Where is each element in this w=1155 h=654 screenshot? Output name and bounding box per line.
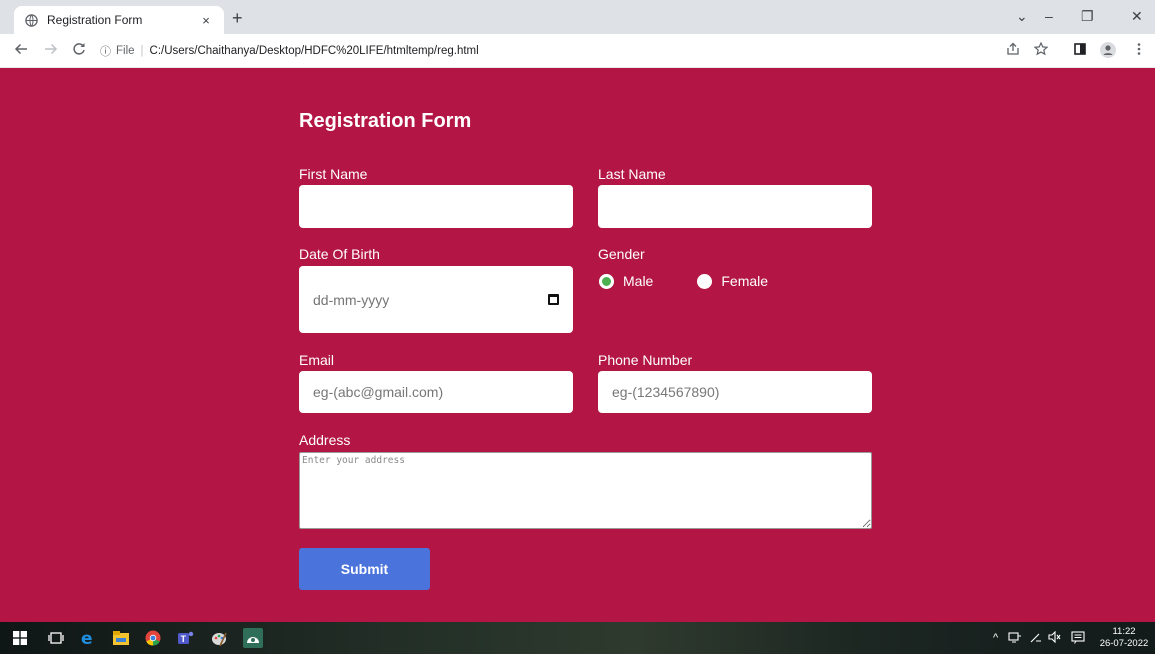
tab-search-icon[interactable]: ⌄ — [1016, 8, 1028, 24]
first-name-label: First Name — [299, 166, 368, 182]
globe-icon — [24, 13, 38, 27]
new-tab-button[interactable]: + — [232, 9, 243, 27]
tab-strip: Registration Form × + ⌄ – ❐ ✕ — [0, 0, 1155, 34]
reload-icon[interactable] — [72, 42, 86, 60]
clock-time: 11:22 — [1112, 626, 1136, 637]
calendar-icon[interactable] — [548, 294, 559, 305]
notification-icon[interactable] — [1071, 631, 1085, 648]
svg-text:e: e — [81, 630, 93, 646]
submit-button[interactable]: Submit — [299, 548, 430, 590]
pen-icon[interactable] — [1030, 631, 1042, 647]
gender-female-label: Female — [721, 273, 769, 289]
last-name-input[interactable] — [598, 185, 872, 228]
tab-close-icon[interactable]: × — [198, 13, 214, 28]
phone-label: Phone Number — [598, 352, 693, 368]
gender-male-label: Male — [623, 273, 654, 289]
system-clock[interactable]: 11:22 26-07-2022 — [1096, 626, 1152, 650]
chrome-icon[interactable] — [145, 630, 161, 646]
browser-toolbar: ⓘ File | C:/Users/Chaithanya/Desktop/HDF… — [0, 34, 1155, 68]
edge-browser-icon[interactable]: e — [80, 630, 96, 646]
file-explorer-icon[interactable] — [113, 630, 129, 646]
svg-text:T: T — [181, 634, 187, 644]
paint-icon[interactable] — [211, 630, 227, 646]
url-scheme: File — [116, 45, 135, 57]
form-title: Registration Form — [299, 110, 472, 132]
url-text: C:/Users/Chaithanya/Desktop/HDFC%20LIFE/… — [149, 45, 479, 57]
browser-tab[interactable]: Registration Form × — [14, 6, 224, 34]
page-body: Registration Form First Name Last Name D… — [0, 68, 1155, 622]
back-arrow-icon[interactable] — [14, 42, 28, 60]
windows-taskbar: e T ^ 11:22 26-07-2022 — [0, 622, 1155, 654]
network-icon[interactable] — [1008, 631, 1022, 647]
forward-arrow-icon[interactable] — [44, 42, 58, 60]
minimize-button[interactable]: – — [1045, 8, 1053, 24]
clock-date: 26-07-2022 — [1099, 638, 1149, 649]
tab-title: Registration Form — [47, 13, 143, 27]
remote-app-icon[interactable] — [243, 628, 263, 648]
side-panel-icon[interactable] — [1073, 42, 1087, 60]
windows-start-icon[interactable] — [12, 630, 28, 646]
email-label: Email — [299, 352, 335, 368]
address-label: Address — [299, 432, 351, 448]
gender-male-radio[interactable] — [599, 273, 614, 289]
email-input[interactable] — [299, 371, 573, 413]
dob-input[interactable]: dd-mm-yyyy — [299, 266, 573, 333]
address-bar[interactable]: ⓘ File | C:/Users/Chaithanya/Desktop/HDF… — [100, 42, 479, 60]
bookmark-star-icon[interactable] — [1033, 41, 1049, 60]
dob-placeholder: dd-mm-yyyy — [313, 291, 390, 308]
first-name-input[interactable] — [299, 185, 573, 228]
menu-kebab-icon[interactable] — [1136, 42, 1142, 60]
teams-icon[interactable]: T — [178, 630, 194, 646]
task-view-icon[interactable] — [48, 630, 64, 646]
close-window-button[interactable]: ✕ — [1131, 8, 1143, 24]
tray-overflow-icon[interactable]: ^ — [993, 631, 998, 645]
profile-avatar-icon[interactable] — [1100, 42, 1116, 62]
phone-input[interactable] — [598, 371, 872, 413]
gender-label: Gender — [598, 246, 645, 262]
share-icon[interactable] — [1006, 42, 1020, 60]
restore-button[interactable]: ❐ — [1081, 8, 1094, 24]
gender-female-radio[interactable] — [697, 273, 713, 289]
dob-label: Date Of Birth — [299, 246, 380, 262]
volume-icon[interactable] — [1048, 630, 1062, 647]
url-separator: | — [140, 45, 144, 57]
info-icon[interactable]: ⓘ — [100, 43, 111, 59]
last-name-label: Last Name — [598, 166, 666, 182]
address-textarea[interactable] — [299, 452, 872, 529]
gender-radio-group: Male Female — [599, 273, 768, 289]
